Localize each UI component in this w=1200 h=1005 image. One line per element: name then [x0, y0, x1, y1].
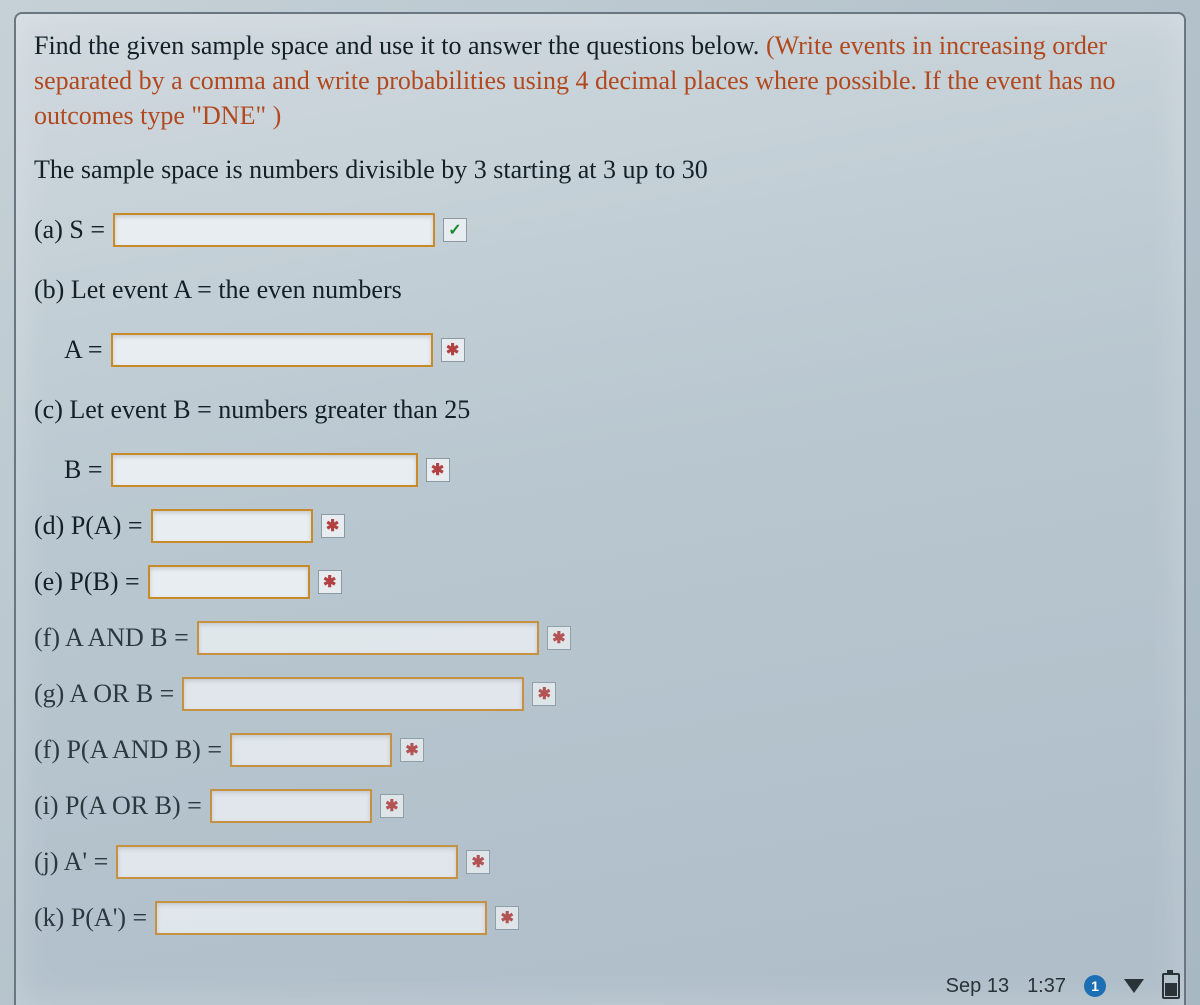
sample-space-description: The sample space is numbers divisible by…	[34, 155, 1166, 185]
part-h-label: (f) P(A AND B) =	[34, 735, 222, 765]
part-d: (d) P(A) = ✱	[34, 509, 1166, 543]
part-g-input[interactable]	[182, 677, 524, 711]
part-b-text: (b) Let event A = the even numbers	[34, 275, 1166, 305]
status-time: 1:37	[1027, 975, 1066, 998]
part-e: (e) P(B) = ✱	[34, 565, 1166, 599]
part-k-input[interactable]	[155, 901, 487, 935]
part-a-label: (a) S =	[34, 215, 105, 245]
part-a: (a) S = ✓	[34, 213, 1166, 247]
part-k: (k) P(A') = ✱	[34, 901, 1166, 935]
part-e-input[interactable]	[148, 565, 310, 599]
part-d-label: (d) P(A) =	[34, 511, 143, 541]
question-panel: Find the given sample space and use it t…	[14, 12, 1186, 1005]
battery-icon	[1162, 973, 1180, 999]
x-icon: ✱	[318, 570, 342, 594]
instructions-main: Find the given sample space and use it t…	[34, 31, 766, 60]
instructions: Find the given sample space and use it t…	[34, 28, 1166, 133]
x-icon: ✱	[321, 514, 345, 538]
x-icon: ✱	[532, 682, 556, 706]
part-i-input[interactable]	[210, 789, 372, 823]
screen: Find the given sample space and use it t…	[0, 0, 1200, 1005]
part-f: (f) A AND B = ✱	[34, 621, 1166, 655]
part-c: B = ✱	[64, 453, 1166, 487]
part-g-label: (g) A OR B =	[34, 679, 174, 709]
part-h: (f) P(A AND B) = ✱	[34, 733, 1166, 767]
part-a-input[interactable]	[113, 213, 435, 247]
part-h-input[interactable]	[230, 733, 392, 767]
part-b-label: A =	[64, 335, 103, 365]
part-g: (g) A OR B = ✱	[34, 677, 1166, 711]
part-c-label: B =	[64, 455, 103, 485]
part-j-label: (j) A' =	[34, 847, 108, 877]
part-e-label: (e) P(B) =	[34, 567, 140, 597]
part-b: A = ✱	[64, 333, 1166, 367]
part-i-label: (i) P(A OR B) =	[34, 791, 202, 821]
checkmark-icon: ✓	[443, 218, 467, 242]
x-icon: ✱	[426, 458, 450, 482]
part-b-description: (b) Let event A = the even numbers	[34, 275, 402, 305]
notification-badge-icon[interactable]: 1	[1084, 975, 1106, 997]
part-j: (j) A' = ✱	[34, 845, 1166, 879]
status-date: Sep 13	[946, 975, 1009, 998]
x-icon: ✱	[547, 626, 571, 650]
part-c-text: (c) Let event B = numbers greater than 2…	[34, 395, 1166, 425]
x-icon: ✱	[466, 850, 490, 874]
part-d-input[interactable]	[151, 509, 313, 543]
x-icon: ✱	[495, 906, 519, 930]
part-f-label: (f) A AND B =	[34, 623, 189, 653]
part-b-input[interactable]	[111, 333, 433, 367]
part-c-description: (c) Let event B = numbers greater than 2…	[34, 395, 470, 425]
dropdown-icon[interactable]	[1124, 979, 1144, 993]
part-j-input[interactable]	[116, 845, 458, 879]
x-icon: ✱	[400, 738, 424, 762]
part-k-label: (k) P(A') =	[34, 903, 147, 933]
x-icon: ✱	[441, 338, 465, 362]
part-i: (i) P(A OR B) = ✱	[34, 789, 1166, 823]
status-bar: Sep 13 1:37 1	[946, 973, 1180, 999]
part-c-input[interactable]	[111, 453, 418, 487]
part-f-input[interactable]	[197, 621, 539, 655]
x-icon: ✱	[380, 794, 404, 818]
